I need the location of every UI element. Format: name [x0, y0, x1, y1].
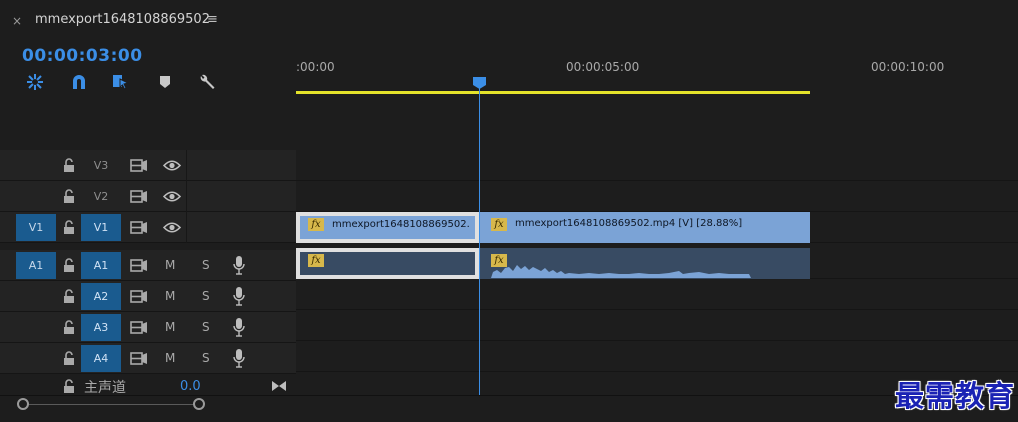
- scroll-track: [22, 404, 202, 405]
- go-to-edit-point-icon[interactable]: [271, 380, 287, 392]
- sync-lock-icon[interactable]: [130, 159, 148, 172]
- sync-lock-icon[interactable]: [130, 321, 148, 334]
- scroll-handle-right[interactable]: [193, 398, 205, 410]
- fx-badge: fx: [308, 254, 324, 267]
- track-header-v2: V2: [0, 181, 296, 212]
- clip-name: mmexport1648108869502.mp4 [V] [28.88%]: [515, 218, 743, 229]
- playhead-line[interactable]: [479, 88, 480, 395]
- lane-v3: [296, 150, 1018, 181]
- solo-button[interactable]: S: [202, 320, 210, 334]
- video-clip-1[interactable]: fx mmexport1648108869502.: [296, 212, 479, 243]
- mute-button[interactable]: M: [165, 320, 175, 334]
- linked-selection-icon[interactable]: [110, 72, 132, 92]
- timeline-settings-wrench-icon[interactable]: [196, 72, 218, 92]
- playhead-timecode[interactable]: 00:00:03:00: [22, 46, 143, 66]
- audio-clip-1[interactable]: fx: [296, 248, 479, 279]
- divider: [186, 181, 187, 212]
- ruler-label-0: :00:00: [296, 60, 335, 74]
- track-header-a3: A3 M S: [0, 312, 296, 343]
- lock-icon[interactable]: [63, 320, 75, 334]
- master-track-label: 主声道: [84, 380, 126, 396]
- lock-icon[interactable]: [63, 220, 75, 234]
- lane-a2: [296, 279, 1018, 310]
- lane-a3: [296, 310, 1018, 341]
- source-patch-a1[interactable]: A1: [16, 252, 56, 279]
- track-header-a2: A2 M S: [0, 281, 296, 312]
- eye-icon[interactable]: [163, 221, 181, 234]
- ruler-label-5s: 00:00:05:00: [566, 60, 640, 74]
- audio-waveform: [491, 265, 751, 278]
- sync-lock-icon[interactable]: [130, 221, 148, 234]
- source-patch-v1[interactable]: V1: [16, 214, 56, 241]
- lock-icon[interactable]: [63, 379, 75, 393]
- audio-clip-2[interactable]: fx: [479, 248, 810, 279]
- sync-lock-icon[interactable]: [130, 190, 148, 203]
- lock-icon[interactable]: [63, 158, 75, 172]
- panel-tab-bar: × mmexport1648108869502 ≡: [0, 0, 1018, 38]
- track-name-v1[interactable]: V1: [81, 214, 121, 241]
- fx-badge: fx: [491, 218, 507, 231]
- sequence-tab-title[interactable]: mmexport1648108869502: [35, 12, 210, 27]
- track-header-a4: A4 M S: [0, 343, 296, 374]
- track-header-spacer: [0, 95, 296, 150]
- time-ruler[interactable]: :00:00 00:00:05:00 00:00:10:00: [296, 38, 1018, 96]
- mute-button[interactable]: M: [165, 351, 175, 365]
- sync-lock-icon[interactable]: [130, 290, 148, 303]
- clip-name: mmexport1648108869502.: [332, 219, 470, 230]
- sync-lock-icon[interactable]: [130, 259, 148, 272]
- track-headers: V3 V2 V1 V1 A1 A1 M S A2 M S A3 M S A4 M…: [0, 150, 296, 396]
- video-clip-2[interactable]: fx mmexport1648108869502.mp4 [V] [28.88%…: [479, 212, 810, 243]
- master-track-header: 主声道 0.0: [0, 374, 296, 396]
- master-volume-value[interactable]: 0.0: [180, 379, 201, 394]
- lock-icon[interactable]: [63, 289, 75, 303]
- lock-icon[interactable]: [63, 258, 75, 272]
- nest-sequence-icon[interactable]: [24, 72, 46, 92]
- eye-icon[interactable]: [163, 159, 181, 172]
- track-name-a2[interactable]: A2: [81, 283, 121, 310]
- snap-magnet-icon[interactable]: [68, 72, 90, 92]
- track-name-v2[interactable]: V2: [81, 183, 121, 210]
- track-name-a1[interactable]: A1: [81, 252, 121, 279]
- track-header-v1: V1 V1: [0, 212, 296, 243]
- lane-v2: [296, 181, 1018, 212]
- fx-badge: fx: [308, 218, 324, 231]
- timeline-zoom-scrollbar[interactable]: [0, 395, 1018, 422]
- microphone-icon[interactable]: [233, 287, 245, 306]
- microphone-icon[interactable]: [233, 256, 245, 275]
- close-tab-icon[interactable]: ×: [12, 14, 22, 28]
- divider: [186, 150, 187, 181]
- eye-icon[interactable]: [163, 190, 181, 203]
- playhead-handle-icon[interactable]: [472, 76, 487, 90]
- ruler-label-10s: 00:00:10:00: [871, 60, 945, 74]
- lock-icon[interactable]: [63, 189, 75, 203]
- microphone-icon[interactable]: [233, 318, 245, 337]
- track-name-v3[interactable]: V3: [81, 152, 121, 179]
- track-header-a1: A1 A1 M S: [0, 250, 296, 281]
- solo-button[interactable]: S: [202, 289, 210, 303]
- work-area-bar[interactable]: [296, 91, 810, 94]
- panel-menu-icon[interactable]: ≡: [207, 12, 218, 27]
- track-header-v3: V3: [0, 150, 296, 181]
- divider: [186, 212, 187, 243]
- lane-a4: [296, 341, 1018, 372]
- microphone-icon[interactable]: [233, 349, 245, 368]
- watermark-logo: 最需教育: [895, 379, 1016, 413]
- timeline-track-area[interactable]: fx mmexport1648108869502. fx mmexport164…: [296, 95, 1018, 395]
- sync-lock-icon[interactable]: [130, 352, 148, 365]
- solo-button[interactable]: S: [202, 258, 210, 272]
- solo-button[interactable]: S: [202, 351, 210, 365]
- mute-button[interactable]: M: [165, 258, 175, 272]
- add-marker-icon[interactable]: [154, 72, 176, 92]
- track-name-a4[interactable]: A4: [81, 345, 121, 372]
- lock-icon[interactable]: [63, 351, 75, 365]
- track-name-a3[interactable]: A3: [81, 314, 121, 341]
- scroll-handle-left[interactable]: [17, 398, 29, 410]
- mute-button[interactable]: M: [165, 289, 175, 303]
